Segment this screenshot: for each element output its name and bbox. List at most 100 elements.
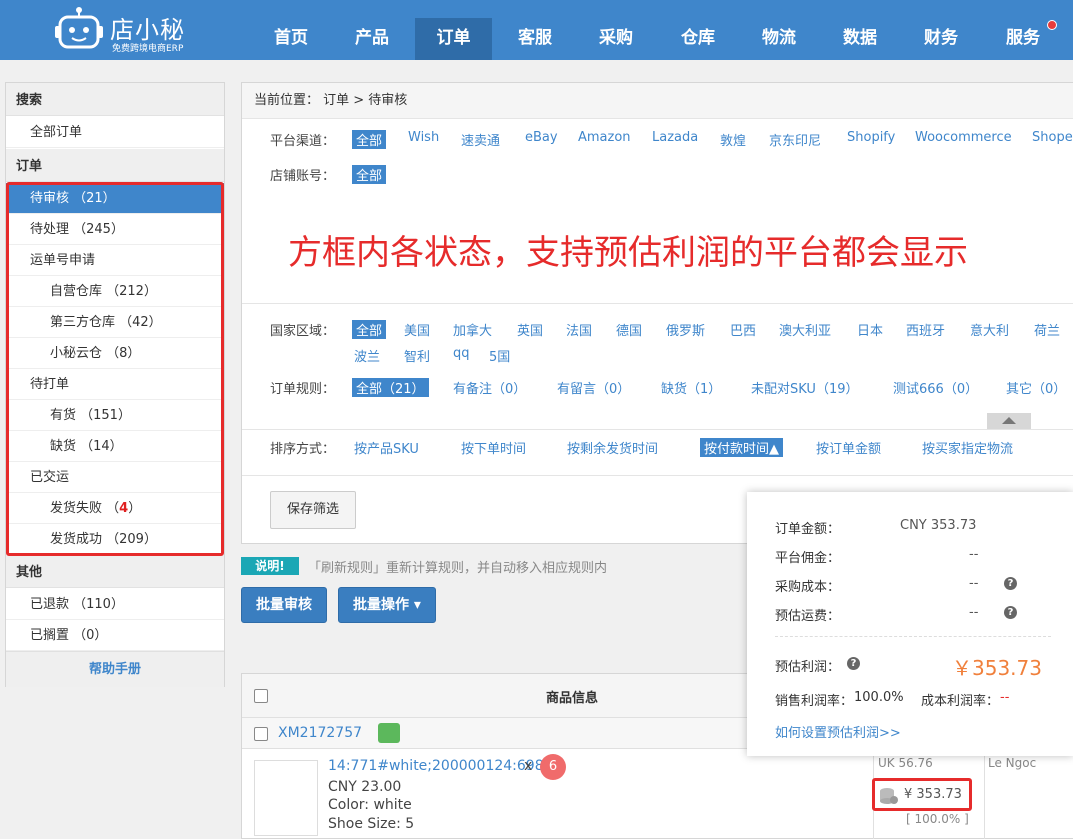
platform-option-wish[interactable]: Wish — [408, 130, 439, 145]
nav-data[interactable]: 数据 — [828, 18, 892, 60]
help-question-icon[interactable]: ? — [1004, 577, 1017, 590]
rule-label: 订单规则： — [270, 382, 336, 397]
platform-option-amazon[interactable]: Amazon — [578, 130, 631, 145]
column-divider — [984, 749, 985, 839]
sort-by-buyer-logistics[interactable]: 按买家指定物流 — [922, 438, 1013, 457]
notice-text: 「刷新规则」重新计算规则，并自动移入相应规则内 — [308, 561, 608, 576]
country-option-qq[interactable]: qq — [453, 346, 470, 361]
nav-service[interactable]: 服务 — [991, 18, 1055, 60]
profit-rate-text: [ 100.0% ] — [906, 812, 969, 826]
sidebar-head-other: 其他 — [6, 555, 224, 588]
cost-margin-label: 成本利润率： — [921, 694, 1000, 709]
country-option-netherlands[interactable]: 荷兰 — [1034, 320, 1060, 339]
nav-products[interactable]: 产品 — [340, 18, 404, 60]
help-question-icon[interactable]: ? — [847, 657, 860, 670]
rule-option-out-of-stock[interactable]: 缺货（1） — [661, 378, 721, 397]
collapse-up-icon[interactable] — [987, 413, 1031, 429]
platform-option-all[interactable]: 全部 — [352, 130, 387, 149]
platform-option-shopee[interactable]: Shope — [1032, 130, 1073, 145]
notification-dot — [1047, 20, 1057, 30]
country-option-canada[interactable]: 加拿大 — [453, 320, 492, 339]
shipping-estimate-label: 预估运费： — [775, 609, 841, 624]
select-all-checkbox[interactable] — [254, 689, 268, 703]
top-nav-bar: 店小秘 免费跨境电商ERP 首页 产品 订单 客服 采购 仓库 物流 数据 财务… — [0, 0, 1073, 60]
sort-by-order-time[interactable]: 按下单时间 — [461, 438, 526, 457]
country-option-5countries[interactable]: 5国 — [489, 346, 510, 365]
qty-multiplier: x — [524, 758, 533, 774]
country-option-germany[interactable]: 德国 — [616, 320, 642, 339]
nav-purchase[interactable]: 采购 — [584, 18, 648, 60]
rule-option-unmatched-sku[interactable]: 未配对SKU（19） — [751, 378, 859, 397]
country-option-australia[interactable]: 澳大利亚 — [779, 320, 831, 339]
platform-label: 平台渠道： — [270, 134, 336, 149]
logo[interactable]: 店小秘 免费跨境电商ERP — [54, 4, 194, 54]
product-price: CNY 23.00 — [328, 779, 402, 795]
platform-option-jd-id[interactable]: 京东印尼 — [769, 130, 821, 149]
product-thumbnail[interactable] — [254, 760, 318, 836]
order-number-link[interactable]: XM2172757 — [278, 725, 362, 741]
sales-margin-label: 销售利润率： — [775, 694, 854, 709]
rule-option-other[interactable]: 其它（0） — [1006, 378, 1066, 397]
country-option-chile[interactable]: 智利 — [404, 346, 430, 365]
robot-logo-icon — [55, 7, 103, 49]
country-option-poland[interactable]: 波兰 — [354, 346, 380, 365]
annotation-text: 方框内各状态，支持预估利润的平台都会显示 — [288, 233, 968, 273]
platform-option-woocommerce[interactable]: Woocommerce — [915, 130, 1012, 145]
divider — [242, 475, 1073, 476]
country-option-spain[interactable]: 西班牙 — [906, 320, 945, 339]
sort-by-pay-time[interactable]: 按付款时间▲ — [700, 438, 783, 457]
batch-operations-button[interactable]: 批量操作 ▾ — [338, 587, 436, 623]
sort-by-order-amount[interactable]: 按订单金额 — [816, 438, 881, 457]
cost-margin-value: -- — [1000, 690, 1010, 705]
country-option-france[interactable]: 法国 — [566, 320, 592, 339]
help-question-icon[interactable]: ? — [1004, 606, 1017, 619]
nav-orders[interactable]: 订单 — [415, 18, 492, 60]
country-option-us[interactable]: 美国 — [404, 320, 430, 339]
platform-option-shopify[interactable]: Shopify — [847, 130, 895, 145]
order-amount-value: CNY 353.73 — [900, 518, 977, 533]
product-variant-link[interactable]: 14:771#white;200000124:698 — [328, 758, 544, 774]
rule-option-all[interactable]: 全部（21） — [352, 378, 429, 397]
platform-option-lazada[interactable]: Lazada — [652, 130, 698, 145]
nav-home[interactable]: 首页 — [259, 18, 323, 60]
country-label: 国家区域： — [270, 324, 336, 339]
annotation-red-box-statuses — [6, 182, 224, 556]
quantity-badge: 6 — [540, 754, 566, 780]
purchase-cost-label: 采购成本： — [775, 580, 841, 595]
platform-option-dhgate[interactable]: 敦煌 — [720, 130, 746, 149]
save-filter-button[interactable]: 保存筛选 — [270, 491, 356, 529]
country-option-all[interactable]: 全部 — [352, 320, 387, 339]
how-to-set-profit-link[interactable]: 如何设置预估利润>> — [775, 722, 901, 741]
shop-label: 店铺账号： — [270, 169, 336, 184]
shop-option-all[interactable]: 全部 — [352, 165, 387, 184]
sidebar-head-search: 搜索 — [6, 83, 224, 116]
sidebar-head-orders: 订单 — [6, 149, 224, 182]
order-checkbox[interactable] — [254, 727, 268, 741]
country-option-japan[interactable]: 日本 — [857, 320, 883, 339]
status-tag — [378, 723, 400, 743]
sidebar-item-on-hold[interactable]: 已搁置 （0） — [6, 620, 224, 651]
country-option-uk[interactable]: 英国 — [517, 320, 543, 339]
nav-logistics[interactable]: 物流 — [747, 18, 811, 60]
country-option-italy[interactable]: 意大利 — [970, 320, 1009, 339]
sidebar-item-all-orders[interactable]: 全部订单 — [6, 117, 224, 148]
nav-customer-service[interactable]: 客服 — [503, 18, 567, 60]
country-option-brazil[interactable]: 巴西 — [730, 320, 756, 339]
estimated-profit-cell[interactable]: ¥ 353.73 — [872, 778, 972, 811]
nav-finance[interactable]: 财务 — [909, 18, 973, 60]
partial-buyer-text: Le Ngoc — [988, 756, 1037, 770]
rule-option-test666[interactable]: 测试666（0） — [893, 378, 978, 397]
batch-review-button[interactable]: 批量审核 — [241, 587, 327, 623]
platform-option-ebay[interactable]: eBay — [525, 130, 558, 145]
rule-option-has-message[interactable]: 有留言（0） — [557, 378, 630, 397]
sort-by-remaining-ship-time[interactable]: 按剩余发货时间 — [567, 438, 658, 457]
sort-by-sku[interactable]: 按产品SKU — [354, 438, 419, 457]
help-manual-link[interactable]: 帮助手册 — [6, 651, 224, 687]
nav-warehouse[interactable]: 仓库 — [666, 18, 730, 60]
estimated-profit-label: 预估利润： — [775, 660, 841, 675]
country-option-russia[interactable]: 俄罗斯 — [666, 320, 705, 339]
rule-option-has-note[interactable]: 有备注（0） — [453, 378, 526, 397]
platform-option-aliexpress[interactable]: 速卖通 — [461, 130, 500, 149]
sidebar-item-refunded[interactable]: 已退款 （110） — [6, 589, 224, 620]
product-color: Color: white — [328, 797, 412, 813]
